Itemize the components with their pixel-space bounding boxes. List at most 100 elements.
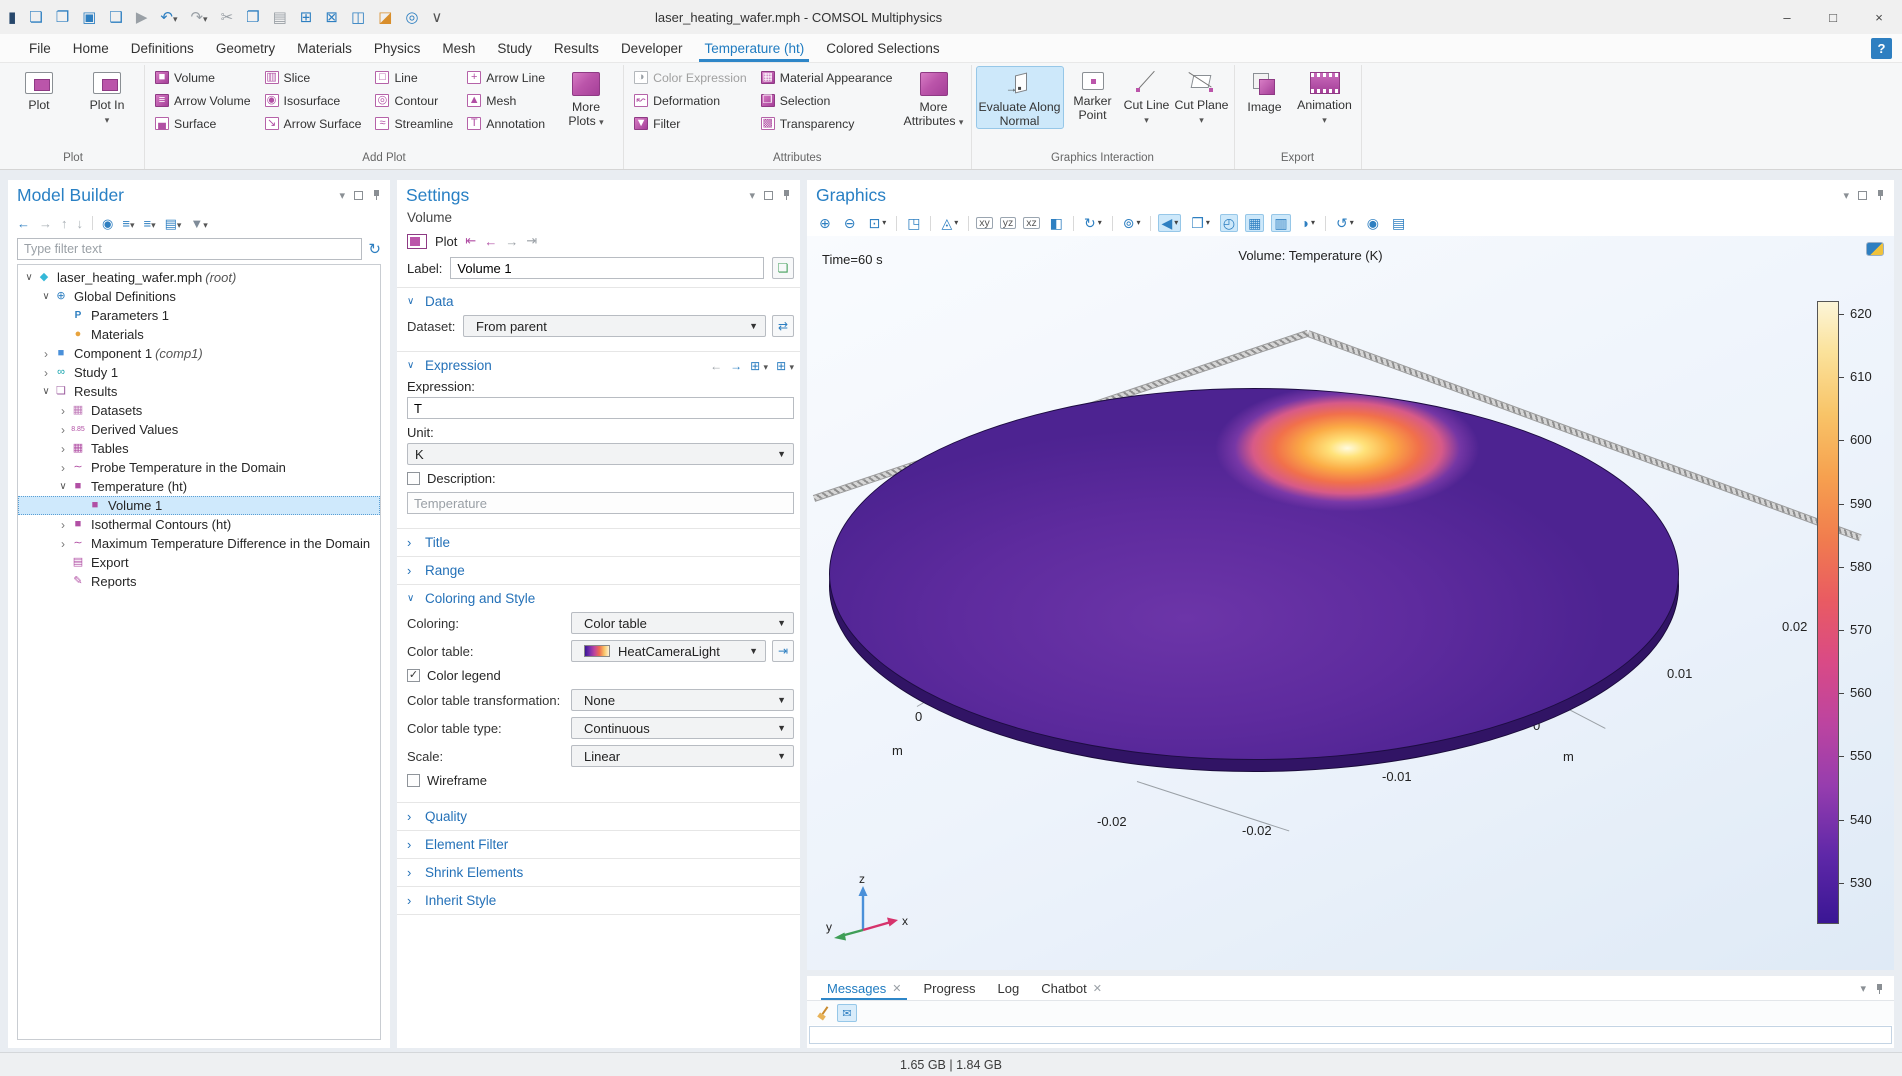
model-tree-nodes-icon-arrow[interactable]: ▾	[177, 220, 182, 230]
save-as-icon[interactable]: ❑	[109, 10, 122, 25]
tree-expand-arrow[interactable]: ›	[56, 404, 70, 418]
redo-icon[interactable]: ↷▾	[190, 10, 207, 25]
isosurface-button[interactable]: ◉Isosurface	[259, 89, 368, 112]
delete-icon[interactable]: ⊠	[325, 10, 338, 25]
appearance-icon-arrow[interactable]: ▾	[1311, 219, 1315, 227]
panel-menu-icon[interactable]: ▾	[339, 189, 345, 202]
model-tree-nodes-icon[interactable]: ▤▾	[165, 217, 182, 230]
tree-item-results[interactable]: ∨❏Results	[18, 382, 380, 401]
view-menu-icon-arrow[interactable]: ▾	[1206, 219, 1210, 227]
search-doc-icon[interactable]: ◎	[405, 10, 418, 25]
panel-menu-icon[interactable]: ▾	[1843, 189, 1849, 202]
pin-panel-icon[interactable]	[1876, 189, 1885, 201]
tree-filter-input[interactable]	[17, 238, 362, 260]
streamline-button[interactable]: ≈Streamline	[369, 112, 459, 135]
settings-plot-button[interactable]: Plot	[435, 234, 457, 249]
ribbon-tab-results[interactable]: Results	[543, 34, 610, 62]
tree-expand-arrow[interactable]: ›	[56, 461, 70, 475]
collapse-icon[interactable]: ≡▾	[143, 217, 155, 230]
expand-section-icon[interactable]: ›	[407, 809, 417, 824]
annotation-button[interactable]: TAnnotation	[461, 112, 551, 135]
plot-button[interactable]: Plot	[6, 66, 72, 113]
nav-back-icon[interactable]: ←	[17, 217, 30, 230]
cut-icon[interactable]: ✂	[221, 10, 234, 25]
view-yz-icon[interactable]: yz	[1000, 217, 1017, 230]
tree-item-tables[interactable]: ›▦Tables	[18, 439, 380, 458]
tree-item-materials[interactable]: ●Materials	[18, 325, 380, 344]
help-button[interactable]: ?	[1871, 38, 1892, 59]
nav-forward-icon[interactable]: →	[39, 217, 52, 230]
tree-item-study-1[interactable]: ›∞Study 1	[18, 363, 380, 382]
orbit-icon[interactable]: ⊚▾	[1120, 214, 1144, 232]
mesh-button[interactable]: ▲Mesh	[461, 89, 551, 112]
show-legend-icon[interactable]: ▥	[1271, 214, 1290, 232]
tree-expand-arrow[interactable]: ›	[39, 366, 53, 380]
ribbon-tab-developer[interactable]: Developer	[610, 34, 694, 62]
tree-expand-arrow[interactable]: ›	[56, 518, 70, 532]
filter-button[interactable]: ▼Filter	[628, 112, 753, 135]
collapse-section-icon[interactable]: ∨	[407, 593, 417, 604]
unit-select[interactable]: K▼	[407, 443, 794, 465]
ribbon-tab-geometry[interactable]: Geometry	[205, 34, 286, 62]
show-triad-icon[interactable]: ◴	[1220, 214, 1238, 232]
ribbon-tab-materials[interactable]: Materials	[286, 34, 363, 62]
rotate-icon-arrow[interactable]: ▾	[1098, 219, 1102, 227]
colortable-type-select[interactable]: Continuous▼	[571, 717, 794, 739]
tree-item-parameters-1[interactable]: PParameters 1	[18, 306, 380, 325]
duplicate-icon[interactable]: ⊞	[300, 10, 313, 25]
redo-icon-arrow[interactable]: ▾	[203, 14, 208, 24]
description-input[interactable]	[407, 492, 794, 514]
copy-icon[interactable]: ❐	[246, 10, 259, 25]
refresh-icon[interactable]: ↻	[368, 240, 381, 258]
rotate-icon[interactable]: ↻▾	[1081, 214, 1105, 232]
coloring-select[interactable]: Color table▼	[571, 612, 794, 634]
tree-item-derived-values[interactable]: ›8.85Derived Values	[18, 420, 380, 439]
label-input[interactable]	[450, 257, 764, 279]
paste-icon[interactable]: ▤	[273, 10, 287, 25]
sound-icon-arrow[interactable]: ▾	[1174, 219, 1178, 227]
brush-select-icon[interactable]: ◪	[378, 10, 392, 25]
expand-section-icon[interactable]: ›	[407, 837, 417, 852]
ribbon-tab-colored-selections[interactable]: Colored Selections	[815, 34, 950, 62]
colortable-settings-button[interactable]: ⇥	[772, 640, 794, 662]
ribbon-tab-study[interactable]: Study	[486, 34, 543, 62]
section-header[interactable]: ›Shrink Elements	[407, 859, 794, 886]
arrow-surface-button[interactable]: ↘Arrow Surface	[259, 112, 368, 135]
line-button[interactable]: □Line	[369, 66, 459, 89]
tree-item-laser-heating-wafer-mph[interactable]: ∨◆laser_heating_wafer.mph(root)	[18, 268, 380, 287]
transform-select[interactable]: None▼	[571, 689, 794, 711]
ribbon-tab-temperature-ht-[interactable]: Temperature (ht)	[693, 34, 815, 62]
tree-expand-arrow[interactable]: ›	[56, 442, 70, 456]
sound-icon[interactable]: ◀▾	[1158, 214, 1181, 232]
appearance-icon[interactable]: ◑▾	[1298, 214, 1318, 232]
material-appearance-button[interactable]: ▦Material Appearance	[755, 66, 899, 89]
print-icon[interactable]: ▤	[1389, 214, 1408, 232]
orbit-icon-arrow[interactable]: ▾	[1136, 219, 1140, 227]
slice-button[interactable]: ▥Slice	[259, 66, 368, 89]
panel-menu-icon[interactable]: ▾	[749, 189, 755, 202]
update-icon-arrow[interactable]: ▾	[1350, 219, 1354, 227]
zoom-out-icon[interactable]: ⊖	[841, 214, 859, 232]
evaluate-along-normal-button[interactable]: →▪ Evaluate Along Normal	[976, 66, 1064, 129]
selection-button[interactable]: ❒Selection	[755, 89, 899, 112]
cut-line-button[interactable]: Cut Line ▾	[1122, 66, 1172, 127]
plot-in-button[interactable]: Plot In▾	[74, 66, 140, 127]
zoom-box-icon[interactable]: ⊡▾	[865, 214, 889, 232]
clear-messages-icon[interactable]	[817, 1006, 831, 1020]
volume-button[interactable]: ■Volume	[149, 66, 257, 89]
expression-input[interactable]	[407, 397, 794, 419]
tree-collapse-arrow[interactable]: ∨	[56, 481, 70, 492]
collapse-section-icon[interactable]: ∨	[407, 296, 417, 307]
tree-expand-arrow[interactable]: ›	[56, 537, 70, 551]
show-icon[interactable]: ◉	[102, 217, 113, 230]
float-panel-icon[interactable]	[354, 191, 363, 200]
qat-overflow-icon[interactable]: ∨	[431, 10, 442, 25]
pin-panel-icon[interactable]	[372, 189, 381, 201]
cut-plane-button[interactable]: Cut Plane ▾	[1174, 66, 1230, 127]
section-header[interactable]: ›Quality	[407, 803, 794, 830]
pin-panel-icon[interactable]	[1875, 983, 1884, 995]
animation-button[interactable]: Animation▾	[1293, 66, 1357, 127]
tree-collapse-arrow[interactable]: ∨	[22, 272, 36, 283]
close-tab-icon[interactable]: ✕	[892, 982, 901, 995]
transparency-button[interactable]: ▩Transparency	[755, 112, 899, 135]
